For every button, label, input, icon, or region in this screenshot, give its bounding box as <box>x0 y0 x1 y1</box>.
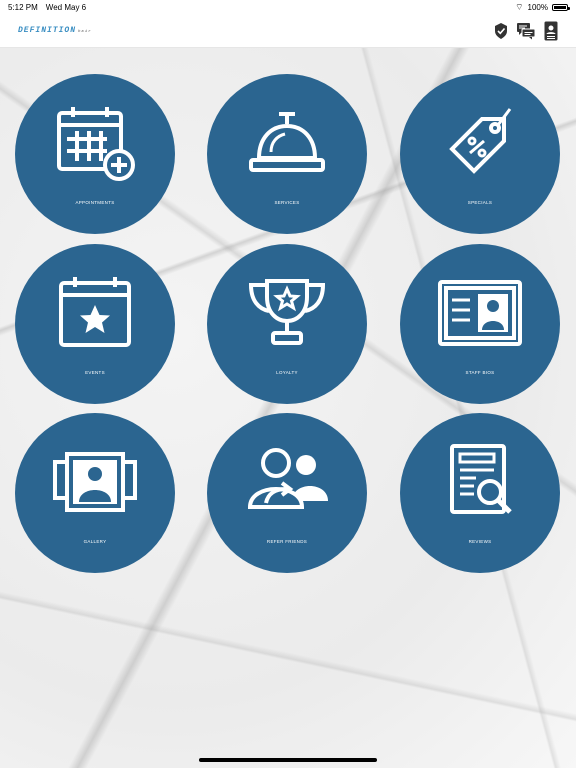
tile-label: STAFF BIOS <box>465 370 495 375</box>
tile-label: SPECIALS <box>467 200 493 205</box>
tile-label: EVENTS <box>85 370 105 375</box>
tile-reviews[interactable]: REVIEWS <box>400 413 560 573</box>
home-indicator[interactable] <box>199 758 377 762</box>
tile-label: REFER FRIENDS <box>266 539 308 544</box>
trophy-icon <box>242 268 332 358</box>
tile-staff-bios[interactable]: STAFF BIOS <box>400 244 560 404</box>
calendar-star-icon <box>50 268 140 358</box>
id-card-icon <box>435 268 525 358</box>
main-content: APPOINTMENTS SERVICES SPECIALS EVENTS LO… <box>0 48 576 768</box>
checkin-badge-icon[interactable] <box>494 22 508 40</box>
photo-gallery-icon <box>50 437 140 527</box>
tile-label: SERVICES <box>274 200 300 205</box>
app-logo[interactable]: DEFINITION hair <box>18 26 92 35</box>
discount-tag-icon <box>435 98 525 188</box>
calendar-plus-icon <box>50 98 140 188</box>
wifi-icon: ⌔ <box>515 1 524 12</box>
tile-label: REVIEWS <box>468 539 492 544</box>
tile-events[interactable]: EVENTS <box>15 244 175 404</box>
tile-appointments[interactable]: APPOINTMENTS <box>15 74 175 234</box>
tile-services[interactable]: SERVICES <box>207 74 367 234</box>
chat-bubbles-icon[interactable] <box>516 22 536 40</box>
document-search-icon <box>435 437 525 527</box>
tile-label: LOYALTY <box>276 370 298 375</box>
battery-percent: 100% <box>527 2 548 12</box>
tile-label: GALLERY <box>83 539 107 544</box>
status-bar: 5:12 PM Wed May 6 ⌔ 100% <box>0 0 576 14</box>
app-header: DEFINITION hair <box>0 14 576 48</box>
tile-label: APPOINTMENTS <box>75 200 115 205</box>
tile-loyalty[interactable]: LOYALTY <box>207 244 367 404</box>
status-time: 5:12 PM <box>8 2 38 12</box>
battery-icon <box>552 3 570 11</box>
logo-text: DEFINITION <box>18 26 77 35</box>
tile-specials[interactable]: SPECIALS <box>400 74 560 234</box>
tile-gallery[interactable]: GALLERY <box>15 413 175 573</box>
tile-refer-friends[interactable]: REFER FRIENDS <box>207 413 367 573</box>
status-date: Wed May 6 <box>45 2 87 12</box>
profile-card-icon[interactable] <box>544 21 558 41</box>
service-bell-icon <box>242 98 332 188</box>
logo-suffix: hair <box>78 30 92 34</box>
refer-users-icon <box>242 437 332 527</box>
